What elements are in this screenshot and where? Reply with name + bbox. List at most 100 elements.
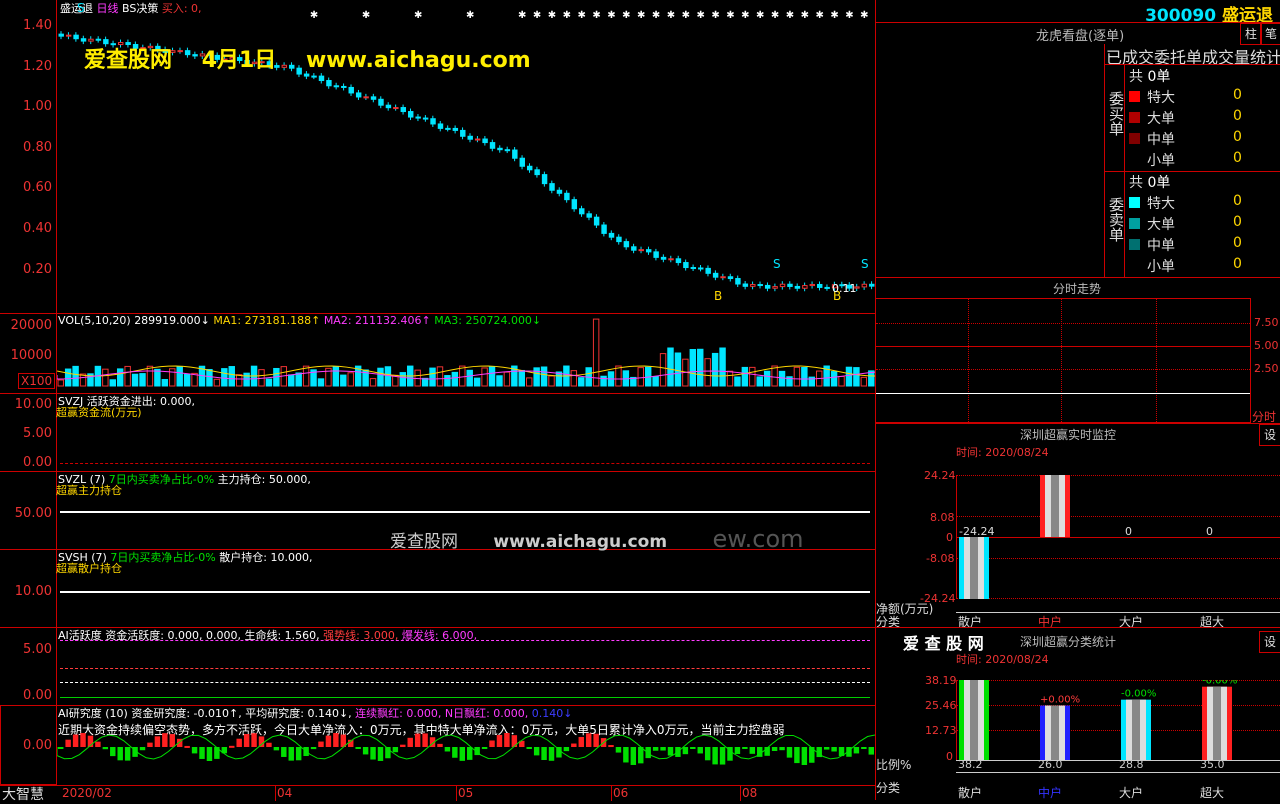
volume-bar: [288, 374, 295, 387]
monitor-settings-button[interactable]: 设: [1259, 424, 1280, 446]
classify-bar-core: [1213, 686, 1221, 760]
ai-research-panel[interactable]: AI研究度 (10) 资金研究度: -0.010↑, 平均研究度: 0.140↓…: [0, 705, 875, 785]
volume-bar: [704, 358, 711, 387]
sell-separator: [1124, 171, 1125, 277]
candle-body: [824, 286, 830, 289]
buy-label-0: 特大: [1147, 90, 1175, 106]
sell-label-1: 大单: [1147, 217, 1175, 233]
intraday-divider: [876, 277, 1280, 278]
active-zero-line: [60, 697, 870, 698]
classify-top-label-2: -0.00%: [1121, 689, 1156, 700]
sell-vertical-label: 委卖单: [1107, 197, 1125, 242]
buy-label-2: 中单: [1147, 132, 1175, 148]
candle-body: [772, 286, 778, 289]
research-bar: [652, 747, 659, 751]
pen-button[interactable]: 笔: [1260, 23, 1280, 45]
ai-active-panel[interactable]: AI活跃度 资金活跃度: 0.000, 0.000, 生命线: 1.560, 强…: [0, 627, 875, 706]
candle-body: [363, 96, 369, 99]
classify-bar-2: [1121, 699, 1151, 760]
research-bar: [281, 747, 287, 757]
candle-body: [623, 241, 630, 248]
buy-total-label: 共: [1129, 69, 1143, 85]
price-label: 0.11: [832, 282, 857, 295]
candle-body: [608, 232, 615, 238]
monitor-bar-label-0: -24.24: [959, 525, 994, 538]
signal-dot: ✱: [726, 10, 734, 21]
research-bar: [400, 744, 406, 747]
intraday-title: 分时走势: [1053, 282, 1102, 296]
ai-research-b: 平均研究度: 0.140↓,: [245, 707, 352, 720]
volume-bar: [793, 366, 801, 387]
research-bar: [370, 747, 376, 760]
signal-dot: ✱: [682, 10, 690, 21]
svzj-panel[interactable]: SVZJ 活跃资金进出: 0.000, 超赢资金流(万元) 10.00 5.00…: [0, 393, 875, 472]
sell-value-0: 0: [1233, 193, 1242, 209]
research-bar: [794, 747, 800, 764]
research-bar: [615, 747, 622, 753]
candle-body: [690, 267, 697, 270]
research-bar: [533, 747, 540, 756]
title-divider: [876, 22, 1280, 23]
svzl-panel[interactable]: SVZL (7) 7日内买卖净占比-0% 主力持仓: 50.000, 超赢主力持…: [0, 471, 875, 553]
candle-body: [519, 157, 525, 167]
classify-settings-button[interactable]: 设: [1259, 631, 1280, 653]
candle-body: [802, 285, 808, 289]
research-bar: [355, 747, 361, 749]
signal-dot: ✱: [756, 10, 764, 21]
volume-bar: [102, 368, 109, 387]
volume-bar: [659, 353, 667, 387]
pillar-button[interactable]: 柱: [1240, 23, 1262, 45]
buy-swatch-2: [1129, 133, 1140, 144]
volume-bar: [183, 373, 191, 387]
intraday-grid-h1: [876, 323, 1250, 324]
research-bar: [660, 747, 666, 751]
signal-dot: ✱: [533, 10, 541, 21]
signal-dot: ✱: [816, 10, 824, 21]
signal-dot: ✱: [711, 10, 719, 21]
price-panel[interactable]: 盛运退 日线 BS决策 买入: 0, 1.40 1.20 1.00 0.80 0.60 0…: [0, 0, 875, 314]
classify-top-label-3: -0.00%: [1202, 680, 1237, 687]
research-bar: [638, 747, 644, 764]
svsh-line: [60, 591, 870, 593]
sell-swatch-0: [1129, 197, 1140, 208]
volume-bar: [726, 370, 734, 387]
monitor-tick-1: 8.08: [930, 511, 955, 524]
research-bar: [110, 747, 116, 757]
volume-bar: [399, 372, 407, 387]
left-chart-area[interactable]: 盛运退 日线 BS决策 买入: 0, 1.40 1.20 1.00 0.80 0.60 0…: [0, 0, 875, 803]
volume-bar: [302, 365, 310, 387]
research-bar: [117, 747, 123, 761]
research-bar: [489, 740, 495, 747]
research-bar: [548, 747, 555, 761]
volume-bar: [265, 378, 273, 387]
research-bar: [467, 747, 473, 760]
monitor-bar-0: [959, 537, 989, 599]
candle-body: [333, 85, 340, 88]
candle-body: [341, 85, 347, 88]
research-bar: [682, 747, 689, 755]
candle-body: [400, 107, 407, 113]
classify-title: 深圳超赢分类统计: [1020, 635, 1117, 649]
research-bar: [139, 747, 146, 751]
signal-dot: ✱: [860, 10, 868, 21]
life-line: [60, 682, 870, 683]
candle-body: [712, 272, 719, 278]
svsh-panel[interactable]: SVSH (7) 7日内买卖净占比-0% 散户持仓: 10.000, 超赢散户持…: [0, 549, 875, 628]
sell-label-0: 特大: [1147, 196, 1175, 212]
research-bar: [206, 747, 213, 761]
candle-body: [698, 267, 704, 270]
research-bar: [623, 747, 629, 763]
candle-body: [370, 96, 377, 100]
candle-body: [720, 276, 726, 279]
classify-base-line: [956, 760, 1280, 761]
volume-panel[interactable]: VOL(5,10,20) 289919.000↓ MA1: 273181.188…: [0, 313, 875, 394]
volume-bar: [540, 366, 548, 387]
intraday-chart[interactable]: [876, 298, 1251, 423]
volume-bar: [518, 369, 525, 387]
volume-bar: [176, 365, 183, 387]
candle-body: [541, 174, 548, 185]
bs-signal-2: S: [773, 257, 781, 271]
svzl-desc: 7日内买卖净占比-0%: [108, 473, 215, 486]
candle-body: [95, 38, 102, 41]
volume-bar: [697, 348, 704, 387]
